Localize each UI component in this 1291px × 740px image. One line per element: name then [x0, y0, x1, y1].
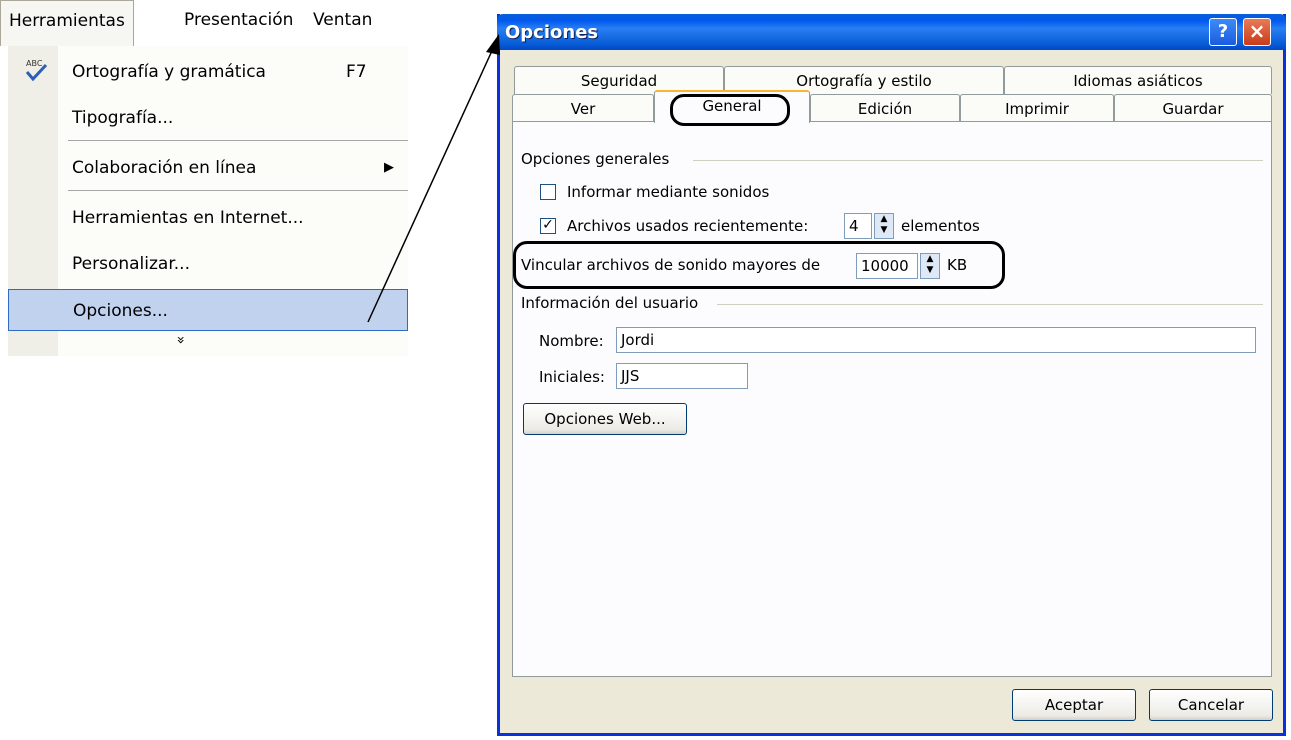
recent-files-unit: elementos: [901, 217, 980, 235]
menu-item-herramientas-internet[interactable]: Herramientas en Internet...: [8, 196, 408, 240]
submenu-arrow-icon: ▶: [384, 160, 394, 175]
menu-item-label: Opciones...: [73, 301, 168, 321]
recent-files-spinner[interactable]: ▲ ▼: [874, 213, 894, 239]
menubar: Herramientas Presentación Ventan: [0, 0, 412, 46]
menu-item-shortcut: F7: [346, 62, 367, 82]
menu-item-label: Ortografía y gramática: [72, 62, 266, 82]
recent-files-label: Archivos usados recientemente:: [567, 217, 809, 235]
tab-ver[interactable]: Ver: [512, 94, 654, 122]
menu-item-personalizar[interactable]: Personalizar...: [8, 242, 408, 286]
highlight-link-sound: [513, 241, 1005, 289]
menu-item-ortografia[interactable]: ABC Ortografía y gramática F7: [8, 50, 408, 94]
sound-checkbox[interactable]: [540, 184, 556, 200]
menubar-presentacion[interactable]: Presentación: [184, 10, 293, 30]
tab-page-general: Opciones generales Informar mediante son…: [512, 121, 1272, 677]
tab-idiomas-asiaticos[interactable]: Idiomas asiáticos: [1004, 66, 1272, 94]
options-dialog: Opciones ? × Seguridad Ortografía y esti…: [497, 14, 1286, 736]
dialog-title: Opciones: [505, 22, 599, 43]
menu-item-tipografia[interactable]: Tipografía...: [8, 96, 408, 140]
web-options-button[interactable]: Opciones Web...: [523, 403, 687, 435]
menu-item-label: Personalizar...: [72, 254, 190, 274]
dialog-titlebar[interactable]: Opciones ? ×: [497, 14, 1286, 50]
recent-files-input[interactable]: 4: [844, 213, 872, 239]
group-informacion-usuario: Información del usuario: [521, 294, 699, 312]
menu-item-label: Colaboración en línea: [72, 158, 257, 178]
menu-separator: [68, 190, 408, 191]
menubar-herramientas[interactable]: Herramientas: [0, 0, 134, 46]
tools-menu: Herramientas Presentación Ventan ABC Ort…: [0, 0, 412, 356]
menu-item-opciones[interactable]: Opciones...: [8, 289, 408, 331]
menubar-ventana[interactable]: Ventan: [313, 10, 372, 30]
name-input[interactable]: Jordi: [616, 327, 1256, 353]
menu-dropdown: ABC Ortografía y gramática F7 Tipografía…: [8, 46, 408, 356]
ok-button[interactable]: Aceptar: [1012, 689, 1136, 721]
group-divider: [717, 304, 1263, 305]
menu-separator: [68, 140, 408, 141]
expand-menu-icon[interactable]: »: [172, 336, 188, 345]
close-button[interactable]: ×: [1243, 18, 1271, 46]
menu-item-colaboracion[interactable]: Colaboración en línea ▶: [8, 146, 408, 190]
menu-item-label: Herramientas en Internet...: [72, 208, 304, 228]
recent-files-checkbox[interactable]: ✓: [540, 218, 556, 234]
initials-label: Iniciales:: [539, 368, 605, 386]
name-label: Nombre:: [539, 332, 604, 350]
help-button[interactable]: ?: [1209, 18, 1237, 46]
highlight-general-tab: [670, 94, 790, 126]
group-opciones-generales: Opciones generales: [521, 150, 670, 168]
menu-item-label: Tipografía...: [72, 108, 174, 128]
tab-edicion[interactable]: Edición: [810, 94, 960, 122]
group-divider: [693, 160, 1263, 161]
svg-text:ABC: ABC: [26, 59, 43, 68]
spellcheck-icon: ABC: [25, 59, 48, 82]
sound-label: Informar mediante sonidos: [567, 183, 770, 201]
initials-input[interactable]: JJS: [616, 363, 748, 389]
tab-guardar[interactable]: Guardar: [1114, 94, 1272, 122]
tab-imprimir[interactable]: Imprimir: [960, 94, 1114, 122]
cancel-button[interactable]: Cancelar: [1149, 689, 1273, 721]
